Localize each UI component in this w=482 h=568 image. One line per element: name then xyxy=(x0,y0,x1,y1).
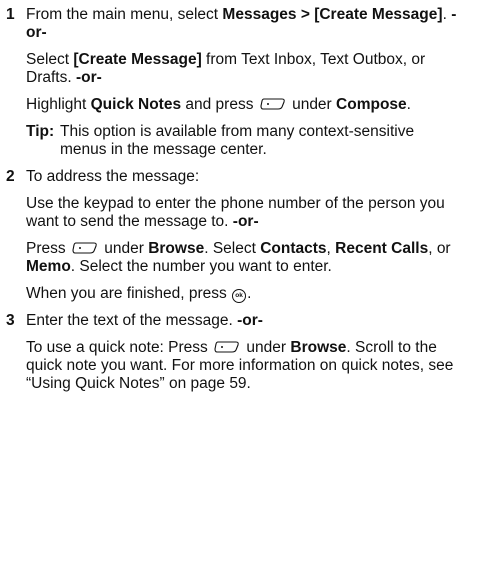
document-page: 1 From the main menu, select Messages > … xyxy=(0,0,482,568)
step-1-para-3: Highlight Quick Notes and press under Co… xyxy=(26,96,411,113)
or-marker: -or- xyxy=(75,69,102,86)
step-2-para-1: To address the message: xyxy=(26,168,200,185)
ok-key-icon: ok xyxy=(232,289,247,303)
step-number: 1 xyxy=(6,6,15,23)
left-softkey-icon xyxy=(72,242,97,254)
step-1-para-1: From the main menu, select Messages > [C… xyxy=(26,6,457,41)
tip-note: Tip: This option is available from many … xyxy=(26,123,462,159)
step-3-para-1: Enter the text of the message. -or- xyxy=(26,312,263,329)
step-2-para-2: Use the keypad to enter the phone number… xyxy=(26,195,445,230)
step-3: 3 Enter the text of the message. -or- To… xyxy=(6,312,462,393)
tip-text: This option is available from many conte… xyxy=(60,123,415,158)
step-3-para-2: To use a quick note: Press under Browse.… xyxy=(26,339,454,392)
step-number: 2 xyxy=(6,168,15,185)
tip-label: Tip: xyxy=(26,123,55,140)
left-softkey-icon xyxy=(260,98,285,110)
step-1: 1 From the main menu, select Messages > … xyxy=(6,6,462,159)
step-2-para-3: Press under Browse. Select Contacts, Rec… xyxy=(26,240,451,275)
left-softkey-icon xyxy=(214,341,239,353)
menu-path: Messages > [Create Message] xyxy=(222,6,443,23)
step-1-para-2: Select [Create Message] from Text Inbox,… xyxy=(26,51,426,86)
step-2-para-4: When you are finished, press ok. xyxy=(26,285,252,303)
step-2: 2 To address the message: Use the keypad… xyxy=(6,168,462,303)
step-number: 3 xyxy=(6,312,15,329)
or-marker: -or- xyxy=(232,213,259,230)
or-marker: -or- xyxy=(237,312,263,329)
